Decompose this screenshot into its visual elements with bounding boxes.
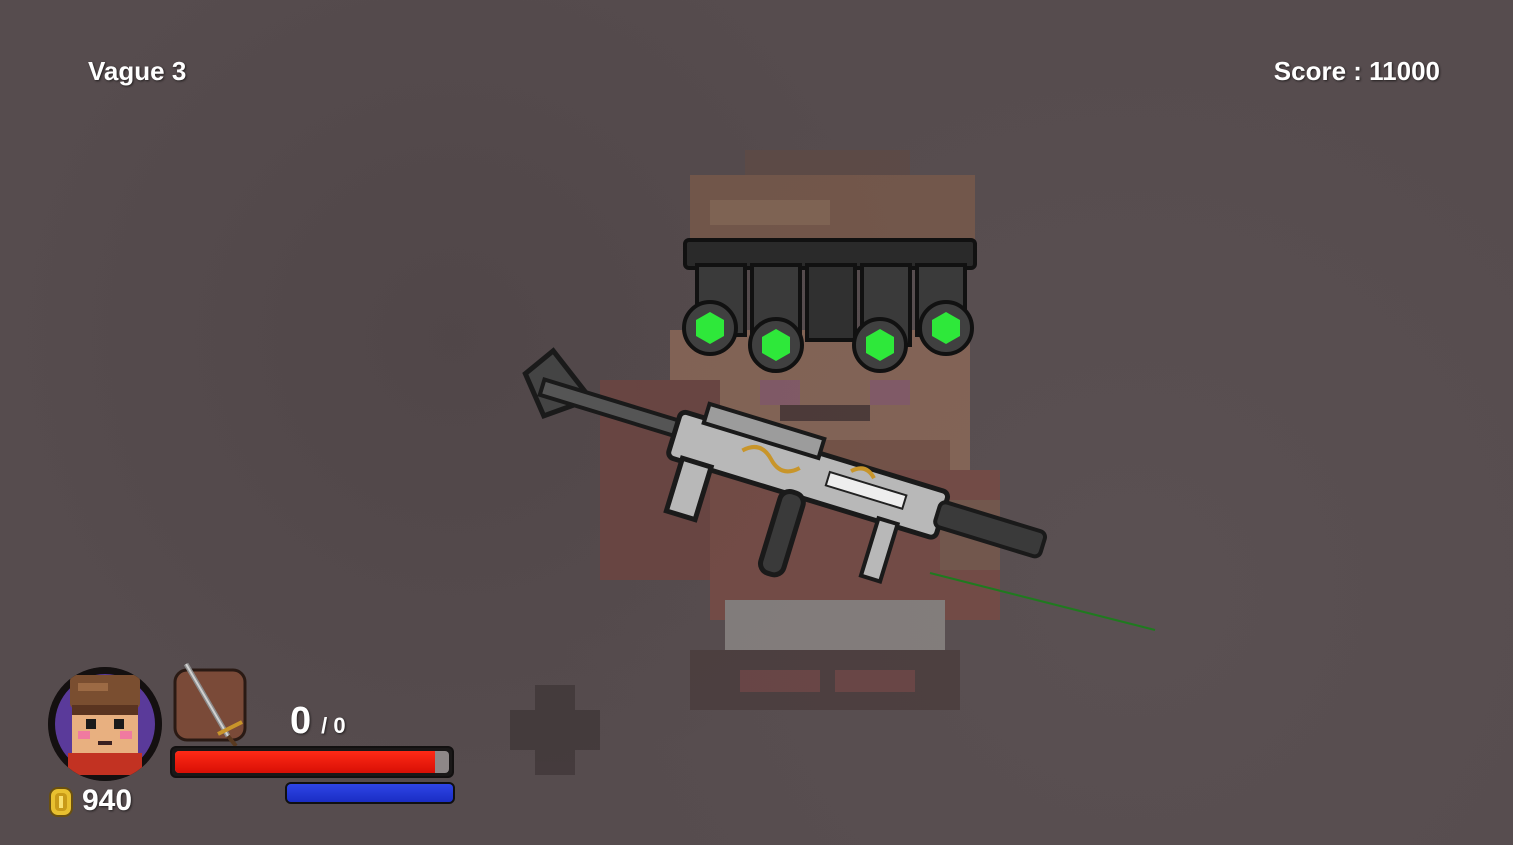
health-bar-fill <box>175 751 436 773</box>
player-portrait-icon <box>48 667 162 781</box>
score-counter: Score : 11000 <box>1273 56 1440 86</box>
wave-counter: Vague 3 <box>88 56 187 86</box>
ammo-max: / 0 <box>321 713 346 738</box>
floor-shadow <box>510 685 600 775</box>
coin-icon <box>49 787 73 817</box>
ammo-current: 0 <box>290 700 312 742</box>
ammo-counter: 0 / 0 <box>290 700 346 743</box>
mana-bar-fill <box>287 784 453 802</box>
coin-counter: 940 <box>82 784 133 817</box>
health-bar-track <box>175 751 449 773</box>
weapon-slot[interactable] <box>170 662 250 748</box>
sword-icon <box>173 662 247 748</box>
player-portrait <box>48 667 162 781</box>
player-character <box>522 150 1156 710</box>
health-bar <box>170 746 454 778</box>
mana-bar <box>285 782 455 804</box>
